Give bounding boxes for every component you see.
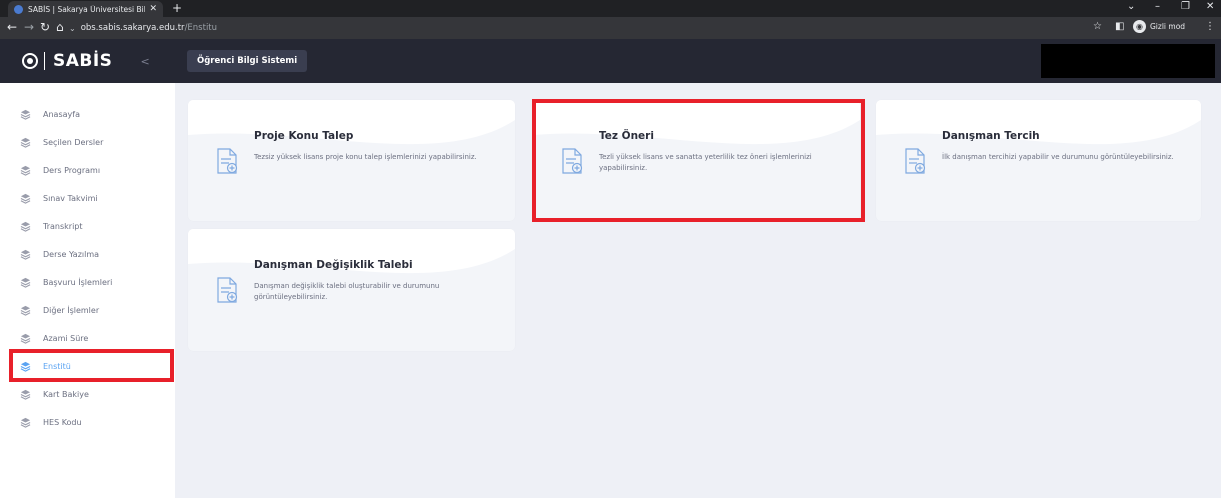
layers-icon — [20, 221, 31, 232]
bookmark-star-icon[interactable]: ☆ — [1093, 21, 1102, 32]
forward-button[interactable]: → — [24, 20, 34, 34]
sidebar-item-azami-sure[interactable]: Azami Süre — [0, 327, 175, 349]
brand: SABİS < — [0, 39, 175, 83]
sidebar-item-label: Diğer İşlemler — [43, 305, 100, 315]
layers-icon — [20, 165, 31, 176]
new-tab-button[interactable]: + — [172, 1, 182, 15]
card-danisman-degisiklik-talebi[interactable]: Danışman Değişiklik Talebi Danışman deği… — [188, 229, 515, 351]
document-add-icon — [217, 277, 238, 303]
sidebar-item-label: Derse Yazılma — [43, 249, 100, 259]
student-info-system-button[interactable]: Öğrenci Bilgi Sistemi — [187, 50, 308, 72]
app-header: SABİS < Öğrenci Bilgi Sistemi — [0, 39, 1221, 83]
layers-icon — [20, 389, 31, 400]
incognito-indicator[interactable]: ◉ Gizli mod — [1133, 20, 1185, 33]
url-host: obs.sabis.sakarya.edu.tr — [80, 23, 185, 33]
incognito-label: Gizli mod — [1150, 22, 1186, 31]
card-title: Proje Konu Talep — [254, 130, 354, 142]
sidebar-item-derse-yazilma[interactable]: Derse Yazılma — [0, 243, 175, 265]
sidebar-item-label: Sınav Takvimi — [43, 193, 98, 203]
user-info-redacted[interactable] — [1041, 44, 1215, 78]
sidebar-item-hes-kodu[interactable]: HES Kodu — [0, 411, 175, 433]
sidebar-item-label: Seçilen Dersler — [43, 137, 104, 147]
document-add-icon — [217, 148, 238, 174]
card-title: Danışman Değişiklik Talebi — [254, 259, 413, 271]
sidebar-item-label: Azami Süre — [43, 333, 89, 343]
layers-icon — [20, 109, 31, 120]
highlight-box-sidebar — [9, 349, 174, 382]
sidebar-item-kart-bakiye[interactable]: Kart Bakiye — [0, 383, 175, 405]
address-bar[interactable]: ⌄ obs.sabis.sakarya.edu.tr /Enstitu — [69, 20, 1069, 36]
browser-toolbar: ← → ↻ ⌂ ⌄ obs.sabis.sakarya.edu.tr /Enst… — [0, 17, 1221, 39]
sidebar-item-label: HES Kodu — [43, 417, 82, 427]
layers-icon — [20, 249, 31, 260]
site-info-icon[interactable]: ⌄ — [69, 24, 76, 33]
sidebar-item-sinav-takvimi[interactable]: Sınav Takvimi — [0, 187, 175, 209]
sidebar-item-label: Kart Bakiye — [43, 389, 89, 399]
sidebar-item-anasayfa[interactable]: Anasayfa — [0, 103, 175, 125]
document-add-icon — [905, 148, 926, 174]
sidebar-item-label: Transkript — [43, 221, 83, 231]
side-panel-icon[interactable]: ◧ — [1115, 21, 1124, 32]
highlight-box-tez-oneri — [532, 99, 865, 222]
layers-icon — [20, 417, 31, 428]
incognito-icon: ◉ — [1133, 20, 1146, 33]
close-window-button[interactable]: ✕ — [1206, 1, 1214, 12]
card-description: Danışman değişiklik talebi oluşturabilir… — [254, 282, 440, 301]
sidebar-item-diger-islemler[interactable]: Diğer İşlemler — [0, 299, 175, 321]
brand-name: SABİS — [53, 51, 113, 71]
restore-button[interactable]: ❐ — [1181, 1, 1190, 12]
sidebar-item-label: Anasayfa — [43, 109, 80, 119]
url-path: /Enstitu — [184, 23, 218, 33]
sidebar-collapse-icon[interactable]: < — [140, 55, 149, 68]
card-description: İlk danışman tercihizi yapabilir ve duru… — [942, 153, 1174, 161]
sidebar-item-label: Başvuru İşlemleri — [43, 277, 113, 287]
layers-icon — [20, 333, 31, 344]
minimize-button[interactable]: – — [1155, 1, 1160, 12]
browser-tab[interactable]: SABİS | Sakarya Üniversitesi Bilgi ✕ — [8, 1, 163, 17]
layers-icon — [20, 193, 31, 204]
reload-button[interactable]: ↻ — [40, 20, 50, 34]
card-danisman-tercih[interactable]: Danışman Tercih İlk danışman tercihizi y… — [876, 100, 1201, 221]
tab-search-icon[interactable]: ⌄ — [1127, 1, 1135, 12]
sidebar-item-ders-programi[interactable]: Ders Programı — [0, 159, 175, 181]
home-button[interactable]: ⌂ — [56, 20, 64, 34]
card-proje-konu-talep[interactable]: Proje Konu Talep Tezsiz yüksek lisans pr… — [188, 100, 515, 221]
browser-tab-strip: SABİS | Sakarya Üniversitesi Bilgi ✕ + ⌄… — [0, 0, 1221, 17]
sidebar-item-transkript[interactable]: Transkript — [0, 215, 175, 237]
sidebar-item-basvuru-islemleri[interactable]: Başvuru İşlemleri — [0, 271, 175, 293]
back-button[interactable]: ← — [7, 20, 17, 34]
sidebar-item-label: Ders Programı — [43, 165, 101, 175]
favicon-icon — [14, 4, 23, 14]
brand-separator — [44, 52, 45, 70]
browser-menu-icon[interactable]: ⋮ — [1205, 21, 1215, 32]
layers-icon — [20, 305, 31, 316]
card-description: Tezsiz yüksek lisans proje konu talep iş… — [254, 153, 477, 161]
sidebar: Anasayfa Seçilen Dersler Ders Programı Sına… — [0, 83, 175, 498]
card-title: Danışman Tercih — [942, 130, 1040, 142]
tab-close-icon[interactable]: ✕ — [149, 4, 157, 14]
sabis-logo-icon — [22, 53, 38, 69]
tab-title: SABİS | Sakarya Üniversitesi Bilgi — [28, 4, 146, 14]
sidebar-item-secilen-dersler[interactable]: Seçilen Dersler — [0, 131, 175, 153]
layers-icon — [20, 277, 31, 288]
layers-icon — [20, 137, 31, 148]
